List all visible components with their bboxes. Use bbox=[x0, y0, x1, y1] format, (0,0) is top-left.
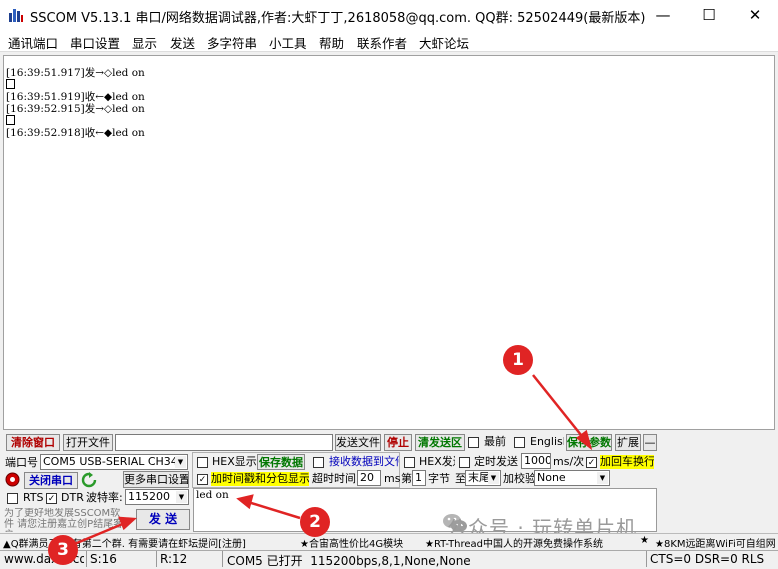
annotation-arrow-3 bbox=[71, 521, 126, 547]
annotation-arrowhead-2 bbox=[236, 494, 254, 510]
annotation-badge-3: 3 bbox=[48, 535, 78, 565]
annotation-arrow-2 bbox=[247, 500, 301, 520]
annotation-arrows bbox=[71, 374, 593, 547]
annotation-arrow-1 bbox=[532, 374, 586, 441]
annotation-badge-1: 1 bbox=[503, 345, 533, 375]
annotation-badge-2: 2 bbox=[300, 507, 330, 537]
annotation-arrowhead-3 bbox=[118, 516, 138, 531]
